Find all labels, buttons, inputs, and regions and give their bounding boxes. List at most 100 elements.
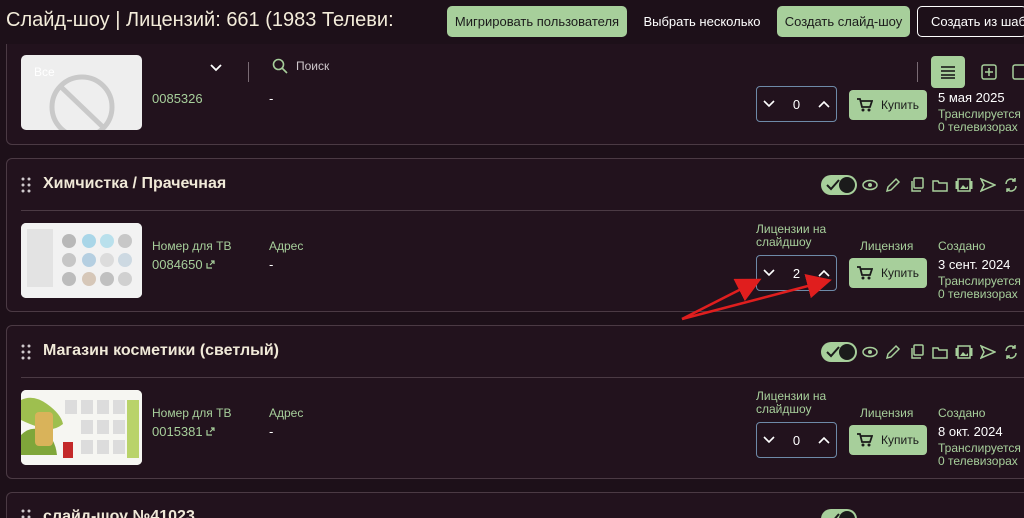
license-label: Лицензия bbox=[860, 239, 914, 253]
tv-number-link[interactable]: 0084650 bbox=[152, 257, 215, 272]
buy-label: Купить bbox=[881, 433, 919, 447]
cast-status: Транслируется на bbox=[938, 274, 1024, 288]
card-divider bbox=[21, 210, 1024, 211]
active-toggle[interactable] bbox=[821, 175, 857, 195]
created-date: 8 окт. 2024 bbox=[938, 424, 1003, 439]
licenses-label: Лицензии на слайдшоу bbox=[756, 389, 827, 416]
category-select-value: Все bbox=[34, 65, 55, 79]
created-label: Создано bbox=[938, 406, 986, 420]
tile-view-button[interactable] bbox=[1012, 56, 1024, 88]
tv-number-label: Номер для ТВ bbox=[152, 239, 232, 253]
address-value: - bbox=[269, 424, 274, 439]
chevron-down-icon[interactable] bbox=[763, 269, 775, 277]
create-slideshow-button[interactable]: Создать слайд-шоу bbox=[777, 6, 910, 37]
grid-icon bbox=[981, 64, 997, 80]
toggle-knob bbox=[839, 344, 855, 360]
slides-icon[interactable] bbox=[955, 177, 973, 193]
licenses-stepper[interactable]: 2 bbox=[756, 255, 837, 291]
license-label: Лицензия bbox=[860, 406, 914, 420]
slideshow-card: слайд-шоу №41023 bbox=[6, 492, 1024, 518]
tv-number[interactable]: 0015381 bbox=[152, 424, 203, 439]
buy-button[interactable]: Купить bbox=[849, 425, 927, 455]
list-view-button[interactable] bbox=[931, 56, 965, 88]
card-title: Магазин косметики (светлый) bbox=[43, 342, 279, 359]
copy-icon[interactable] bbox=[909, 177, 925, 193]
refresh-icon[interactable] bbox=[1003, 344, 1019, 360]
select-multiple-button[interactable]: Выбрать несколько bbox=[638, 6, 766, 37]
licenses-count[interactable]: 0 bbox=[793, 433, 800, 448]
tv-number-link[interactable]: 0015381 bbox=[152, 424, 215, 439]
buy-label: Купить bbox=[881, 98, 919, 112]
card-divider bbox=[21, 377, 1024, 378]
slideshow-card: Химчистка / Прачечная Номер для ТВ 00846… bbox=[6, 158, 1024, 312]
page-title: Слайд-шоу | Лицензий: 661 (1983 Телеви: bbox=[6, 9, 394, 31]
licenses-count[interactable]: 2 bbox=[793, 266, 800, 281]
slideshow-card: Магазин косметики (светлый) Номер для ТВ… bbox=[6, 325, 1024, 479]
slideshow-thumbnail[interactable] bbox=[21, 223, 142, 298]
send-icon[interactable] bbox=[980, 344, 996, 360]
active-toggle[interactable] bbox=[821, 342, 857, 362]
separator bbox=[248, 62, 249, 82]
licenses-label: Лицензии на слайдшоу bbox=[756, 222, 827, 249]
search-icon bbox=[272, 58, 288, 74]
cast-tv-count: 0 телевизорах bbox=[938, 454, 1018, 468]
search-box[interactable]: Поиск bbox=[272, 58, 329, 74]
card-header: Химчистка / Прачечная bbox=[7, 159, 1024, 211]
edit-icon[interactable] bbox=[885, 344, 901, 360]
cast-tv-count: 0 телевизорах bbox=[938, 120, 1018, 134]
created-date: 3 сент. 2024 bbox=[938, 257, 1011, 272]
eye-icon[interactable] bbox=[862, 344, 878, 360]
create-from-template-button[interactable]: Создать из шабл bbox=[917, 6, 1024, 37]
cart-icon bbox=[857, 266, 874, 280]
eye-icon[interactable] bbox=[862, 177, 878, 193]
category-select[interactable]: Все bbox=[20, 56, 234, 88]
chevron-down-icon[interactable] bbox=[210, 64, 222, 72]
folder-copy-icon[interactable] bbox=[932, 177, 948, 193]
check-icon bbox=[834, 513, 840, 518]
chevron-up-icon[interactable] bbox=[818, 100, 830, 108]
list-icon bbox=[941, 66, 955, 79]
toggle-knob bbox=[839, 177, 855, 193]
chevron-down-icon[interactable] bbox=[763, 436, 775, 444]
refresh-icon[interactable] bbox=[1003, 177, 1019, 193]
slides-icon[interactable] bbox=[955, 344, 973, 360]
search-input[interactable]: Поиск bbox=[296, 59, 329, 73]
licenses-stepper[interactable]: 0 bbox=[756, 422, 837, 458]
check-icon bbox=[826, 346, 840, 358]
migrate-user-button[interactable]: Мигрировать пользователя bbox=[447, 6, 627, 37]
check-icon bbox=[826, 179, 840, 191]
folder-copy-icon[interactable] bbox=[932, 344, 948, 360]
chevron-down-icon[interactable] bbox=[763, 100, 775, 108]
tv-number[interactable]: 0084650 bbox=[152, 257, 203, 272]
filter-bar: Все Поиск bbox=[0, 48, 1024, 96]
toggle-knob bbox=[839, 511, 855, 518]
address-label: Адрес bbox=[269, 406, 304, 420]
licenses-count[interactable]: 0 bbox=[793, 97, 800, 112]
copy-icon[interactable] bbox=[909, 344, 925, 360]
drag-handle-icon[interactable] bbox=[21, 177, 31, 193]
buy-label: Купить bbox=[881, 266, 919, 280]
cast-status: Транслируется на bbox=[938, 107, 1024, 121]
slideshow-preview-image bbox=[21, 390, 142, 465]
drag-handle-icon[interactable] bbox=[21, 344, 31, 360]
external-link-icon[interactable] bbox=[206, 260, 215, 269]
slideshow-thumbnail[interactable] bbox=[21, 390, 142, 465]
external-link-icon[interactable] bbox=[206, 427, 215, 436]
slideshow-preview-image bbox=[21, 223, 142, 298]
card-header: Магазин косметики (светлый) bbox=[7, 326, 1024, 378]
chevron-up-icon[interactable] bbox=[818, 436, 830, 444]
send-icon[interactable] bbox=[980, 177, 996, 193]
page-header: Слайд-шоу | Лицензий: 661 (1983 Телеви: … bbox=[0, 0, 1024, 44]
tv-number-label: Номер для ТВ bbox=[152, 406, 232, 420]
active-toggle[interactable] bbox=[821, 509, 857, 518]
buy-button[interactable]: Купить bbox=[849, 258, 927, 288]
address-value: - bbox=[269, 257, 274, 272]
tile-icon bbox=[1012, 64, 1024, 80]
grid-view-button[interactable] bbox=[972, 56, 1006, 88]
cart-icon bbox=[857, 433, 874, 447]
card-title: слайд-шоу №41023 bbox=[43, 508, 195, 518]
edit-icon[interactable] bbox=[885, 177, 901, 193]
created-label: Создано bbox=[938, 239, 986, 253]
drag-handle-icon[interactable] bbox=[21, 509, 31, 518]
chevron-up-icon[interactable] bbox=[818, 269, 830, 277]
